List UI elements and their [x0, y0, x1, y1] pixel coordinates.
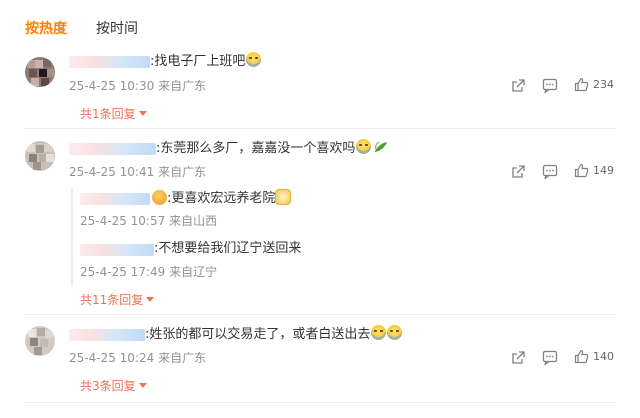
reply-location: 来自辽宁	[169, 265, 218, 279]
share-button[interactable]	[511, 350, 526, 365]
username-blurred[interactable]	[69, 329, 145, 341]
comment-button[interactable]	[542, 350, 558, 365]
show-replies-link[interactable]: 共1条回复	[80, 106, 147, 122]
like-count: 140	[593, 350, 614, 363]
comment-date: 25-4-25 10:30	[69, 79, 155, 93]
avatar[interactable]	[25, 326, 55, 356]
comment-text: :东莞那么多厂，嘉嘉没一个喜欢吗	[156, 139, 389, 158]
reply-meta: 25-4-25 10:57 来自山西	[80, 213, 217, 229]
like-button[interactable]: 140	[574, 349, 614, 364]
crying-face-icon	[356, 139, 372, 154]
crying-face-icon	[246, 52, 262, 67]
avatar[interactable]	[25, 57, 55, 87]
comment-date: 25-4-25 10:41	[69, 165, 155, 179]
comment-icon	[542, 350, 558, 365]
comment-location: 来自广东	[158, 79, 207, 93]
like-count: 234	[593, 78, 614, 91]
like-button[interactable]: 234	[574, 77, 614, 92]
like-icon	[574, 163, 589, 178]
reply-text: :不想要给我们辽宁送回来	[154, 240, 301, 258]
comment-text-body: :姓张的都可以交易走了，或者白送出去	[145, 327, 371, 342]
comment-date: 25-4-25 10:24	[69, 351, 155, 365]
caret-down-icon	[146, 297, 155, 302]
reply-text-body: :更喜欢宏远养老院	[167, 191, 276, 206]
username-blurred[interactable]	[80, 244, 154, 256]
comment-meta: 25-4-25 10:24 来自广东	[69, 350, 206, 366]
comment-location: 来自广东	[158, 165, 207, 179]
comment-meta: 25-4-25 10:30 来自广东	[69, 78, 206, 94]
like-icon	[574, 77, 589, 92]
share-button[interactable]	[511, 78, 526, 93]
share-icon	[512, 79, 525, 92]
comment-icon	[542, 164, 558, 179]
reply-date: 25-4-25 10:57	[80, 214, 166, 228]
comment-button[interactable]	[542, 164, 558, 179]
laughing-crying-face-icon	[371, 325, 387, 340]
caret-down-icon	[138, 383, 147, 388]
reply-meta: 25-4-25 17:49 来自辽宁	[80, 264, 217, 280]
username-blurred[interactable]	[80, 193, 150, 205]
comment-text: :姓张的都可以交易走了，或者白送出去	[145, 325, 403, 344]
leaf-icon	[375, 141, 388, 153]
caret-down-icon	[138, 111, 147, 116]
emoji-face-icon	[275, 189, 292, 205]
username-blurred[interactable]	[69, 56, 150, 68]
like-icon	[574, 349, 589, 364]
show-replies-label: 共11条回复	[80, 293, 144, 307]
comment-text-body: :东莞那么多厂，嘉嘉没一个喜欢吗	[156, 141, 356, 156]
tab-sort-by-time[interactable]: 按时间	[96, 19, 138, 39]
share-icon	[512, 165, 525, 178]
show-replies-link[interactable]: 共3条回复	[80, 378, 147, 394]
comment-location: 来自广东	[158, 351, 207, 365]
reply-date: 25-4-25 17:49	[80, 265, 166, 279]
show-replies-label: 共1条回复	[80, 107, 136, 121]
comment-button[interactable]	[542, 78, 558, 93]
divider	[25, 128, 615, 129]
like-count: 149	[593, 164, 614, 177]
user-badge-icon	[152, 190, 167, 205]
laughing-crying-face-icon	[387, 325, 403, 340]
reply-text-body: :不想要给我们辽宁送回来	[154, 241, 302, 256]
show-replies-label: 共3条回复	[80, 379, 136, 393]
comment-icon	[542, 78, 558, 93]
comment-meta: 25-4-25 10:41 来自广东	[69, 164, 206, 180]
share-button[interactable]	[511, 164, 526, 179]
username-blurred[interactable]	[69, 143, 156, 155]
tab-sort-by-hot[interactable]: 按热度	[25, 19, 67, 39]
share-icon	[512, 351, 525, 364]
reply-text: :更喜欢宏远养老院	[152, 189, 292, 208]
comment-text-body: :找电子厂上班吧	[150, 54, 246, 69]
show-replies-link[interactable]: 共11条回复	[80, 292, 155, 308]
like-button[interactable]: 149	[574, 163, 614, 178]
avatar[interactable]	[25, 141, 55, 171]
comment-text: :找电子厂上班吧	[150, 52, 262, 71]
reply-location: 来自山西	[169, 214, 218, 228]
divider	[25, 402, 615, 403]
divider	[25, 314, 615, 315]
